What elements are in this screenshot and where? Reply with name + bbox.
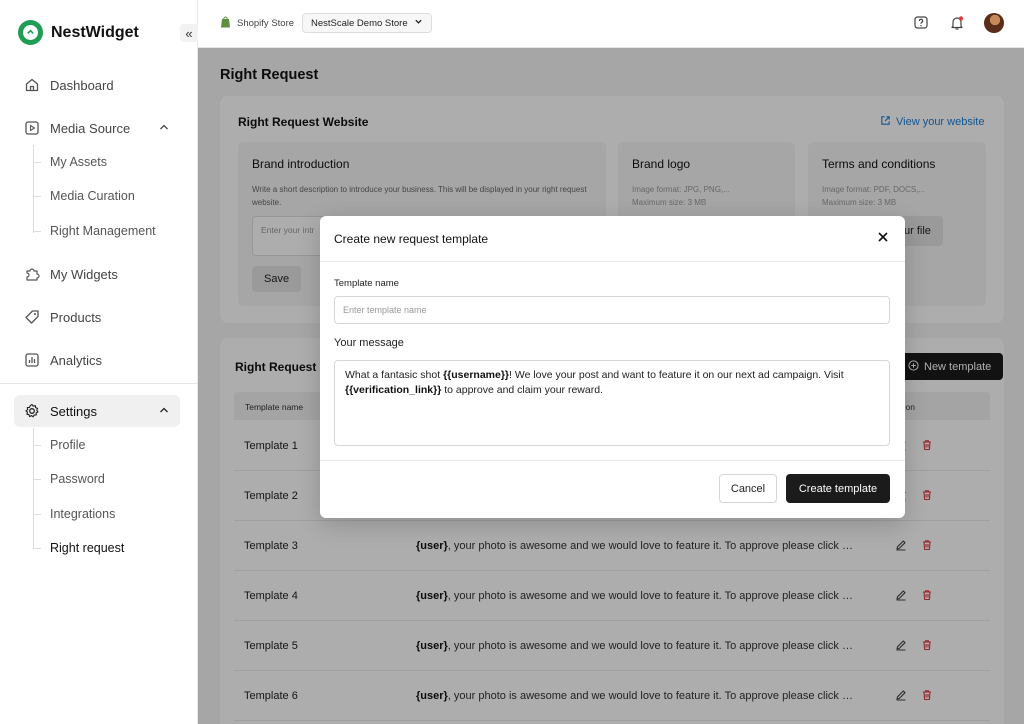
chevron-up-icon [158,404,170,419]
sidebar-item-products[interactable]: Products [14,301,180,333]
app-name: NestWidget [51,23,139,41]
sidebar-subitem-profile[interactable]: Profile [50,438,85,452]
cancel-button[interactable]: Cancel [719,474,777,503]
gear-icon [24,403,40,419]
modal-title: Create new request template [334,232,489,246]
store-label: Shopify Store [220,16,294,31]
sidebar-subitem-password[interactable]: Password [50,472,105,486]
sidebar-item-analytics[interactable]: Analytics [14,344,180,376]
sidebar-item-settings[interactable]: Settings [14,395,180,427]
collapse-sidebar-button[interactable]: « [180,24,198,42]
sidebar-item-my-widgets[interactable]: My Widgets [14,258,180,290]
sidebar-item-label: Analytics [50,352,103,368]
create-template-button[interactable]: Create template [786,474,890,503]
help-icon[interactable] [912,14,930,32]
shopify-icon [220,16,231,31]
chevron-down-icon [414,17,423,29]
sidebar-subitem-right-request[interactable]: Right request [50,541,124,555]
template-name-label: Template name [334,278,399,289]
sidebar-subitem-right-management[interactable]: Right Management [50,224,156,238]
home-icon [24,77,40,93]
puzzle-icon [24,266,40,282]
sidebar-item-label: Products [50,309,102,325]
sidebar-item-label: Settings [50,403,97,419]
tag-icon [24,309,40,325]
app-logo[interactable]: NestWidget [18,20,139,45]
create-template-modal: Create new request template Template nam… [320,216,905,518]
sidebar-divider [0,383,198,384]
sidebar-item-media-source[interactable]: Media Source [14,112,180,144]
avatar[interactable] [984,13,1004,33]
sidebar-item-label: Dashboard [50,77,114,93]
sidebar-item-dashboard[interactable]: Dashboard [14,69,180,101]
modal-divider [320,460,905,461]
sidebar: NestWidget « Dashboard Media Source My A… [0,0,198,724]
close-icon[interactable] [875,229,891,245]
store-select[interactable]: NestScale Demo Store [302,13,432,33]
sidebar-subitem-integrations[interactable]: Integrations [50,507,115,521]
chart-icon [24,352,40,368]
sidebar-subitem-my-assets[interactable]: My Assets [50,155,107,169]
media-icon [24,120,40,136]
sidebar-item-label: Media Source [50,120,131,136]
sidebar-subitem-media-curation[interactable]: Media Curation [50,189,135,203]
modal-divider [320,261,905,262]
chevron-up-icon [158,121,170,136]
top-bar: Shopify Store NestScale Demo Store [198,0,1024,48]
message-textarea[interactable]: What a fantasic shot {{username}}! We lo… [334,360,890,446]
notification-bell-icon[interactable] [948,14,966,32]
message-label: Your message [334,337,404,349]
logo-icon [18,20,43,45]
sidebar-item-label: My Widgets [50,266,118,282]
template-name-input[interactable] [334,296,890,324]
